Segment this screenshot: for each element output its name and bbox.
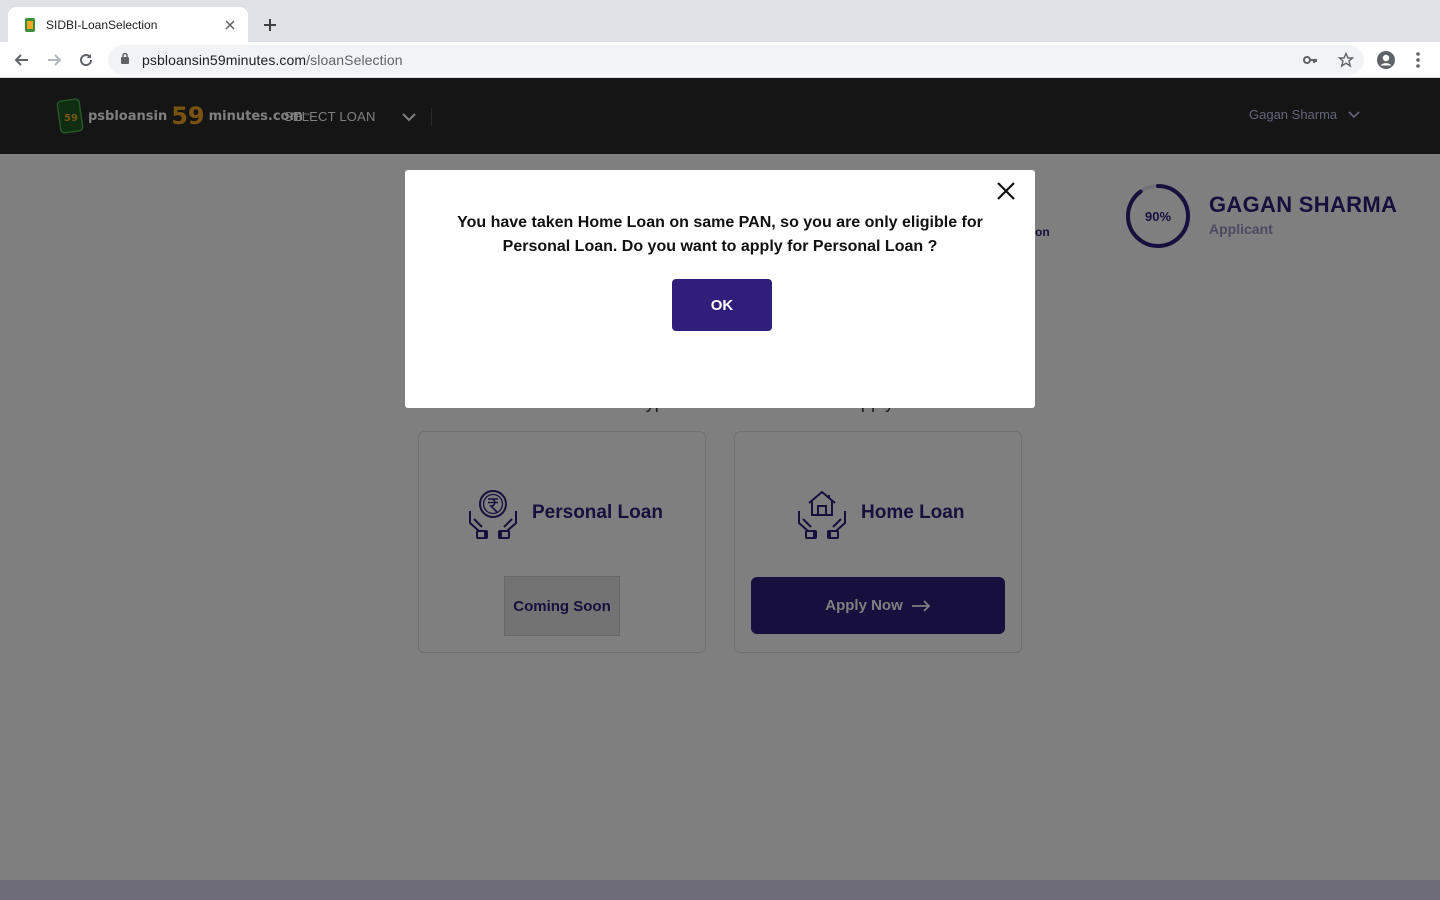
bookmark-star-icon[interactable] [1338,45,1354,75]
key-icon[interactable] [1302,45,1318,75]
browser-tab-strip: SIDBI-LoanSelection [0,0,1440,42]
profile-avatar-icon[interactable] [1374,48,1398,72]
forward-arrow-icon[interactable] [42,48,66,72]
tab-close-icon[interactable] [222,17,238,33]
back-arrow-icon[interactable] [10,48,34,72]
url-text: psbloansin59minutes.com/sloanSelection [142,52,403,68]
browser-toolbar: psbloansin59minutes.com/sloanSelection [0,42,1440,78]
address-bar[interactable]: psbloansin59minutes.com/sloanSelection [108,45,1364,75]
favicon-icon [22,17,38,33]
close-icon[interactable] [993,178,1019,204]
ok-button[interactable]: OK [672,279,772,331]
kebab-menu-icon[interactable] [1406,48,1430,72]
eligibility-modal: You have taken Home Loan on same PAN, so… [405,170,1035,408]
browser-tab[interactable]: SIDBI-LoanSelection [8,7,248,42]
new-tab-icon[interactable] [258,13,282,37]
modal-message: You have taken Home Loan on same PAN, so… [457,214,983,255]
lock-icon [120,51,130,69]
reload-icon[interactable] [74,48,98,72]
tab-title: SIDBI-LoanSelection [46,17,158,32]
